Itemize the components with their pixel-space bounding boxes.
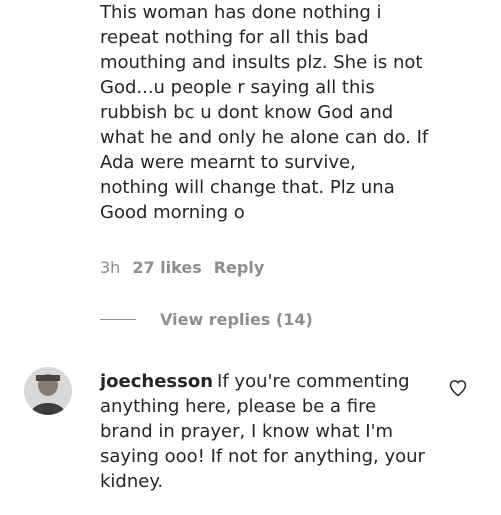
comment-text: This woman has done nothing i repeat not… bbox=[100, 2, 429, 223]
heart-icon bbox=[449, 380, 467, 397]
reply-button[interactable]: Reply bbox=[214, 258, 265, 277]
comment-meta: 3h 27 likes Reply bbox=[100, 258, 276, 277]
reply-comment: joechesson If you're commenting anything … bbox=[100, 369, 430, 494]
user-avatar-icon[interactable] bbox=[24, 367, 72, 415]
likes-count-button[interactable]: 27 likes bbox=[132, 258, 201, 277]
username-link[interactable]: joechesson bbox=[100, 371, 213, 392]
comment-time: 3h bbox=[100, 258, 121, 277]
heart-outline-icon[interactable] bbox=[448, 378, 468, 398]
view-replies-button[interactable]: View replies (14) bbox=[100, 310, 313, 329]
view-replies-label: View replies (14) bbox=[160, 310, 313, 329]
avatar-image bbox=[24, 367, 72, 415]
replies-divider bbox=[100, 319, 136, 320]
